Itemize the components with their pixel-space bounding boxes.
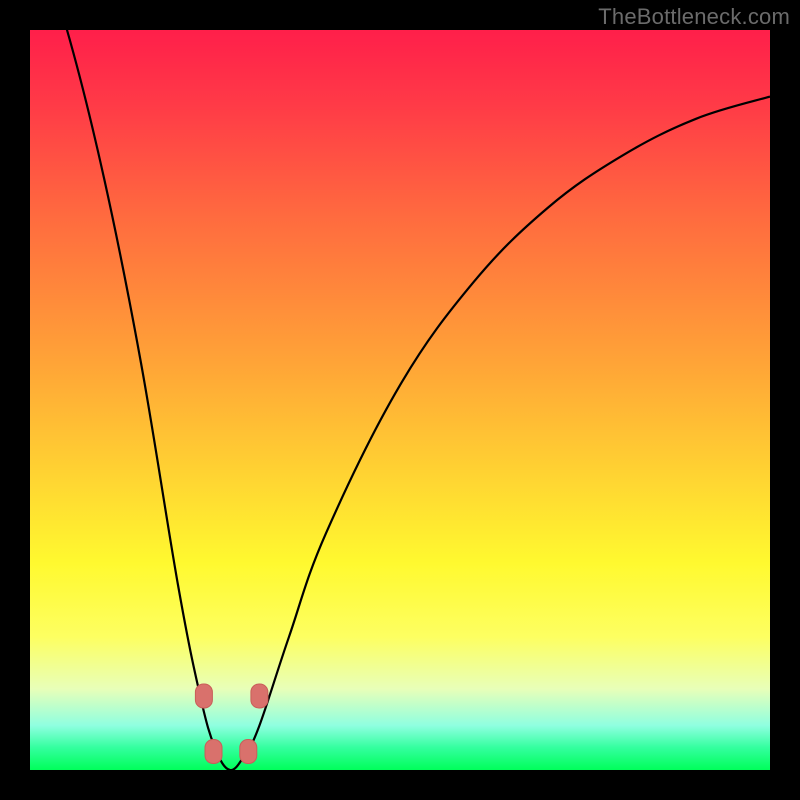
watermark-text: TheBottleneck.com [598, 4, 790, 30]
bottleneck-curve [30, 30, 770, 770]
curve-marker [205, 740, 222, 764]
plot-area [30, 30, 770, 770]
curve-layer [30, 30, 770, 770]
curve-marker [195, 684, 212, 708]
curve-marker [240, 740, 257, 764]
curve-marker [251, 684, 268, 708]
